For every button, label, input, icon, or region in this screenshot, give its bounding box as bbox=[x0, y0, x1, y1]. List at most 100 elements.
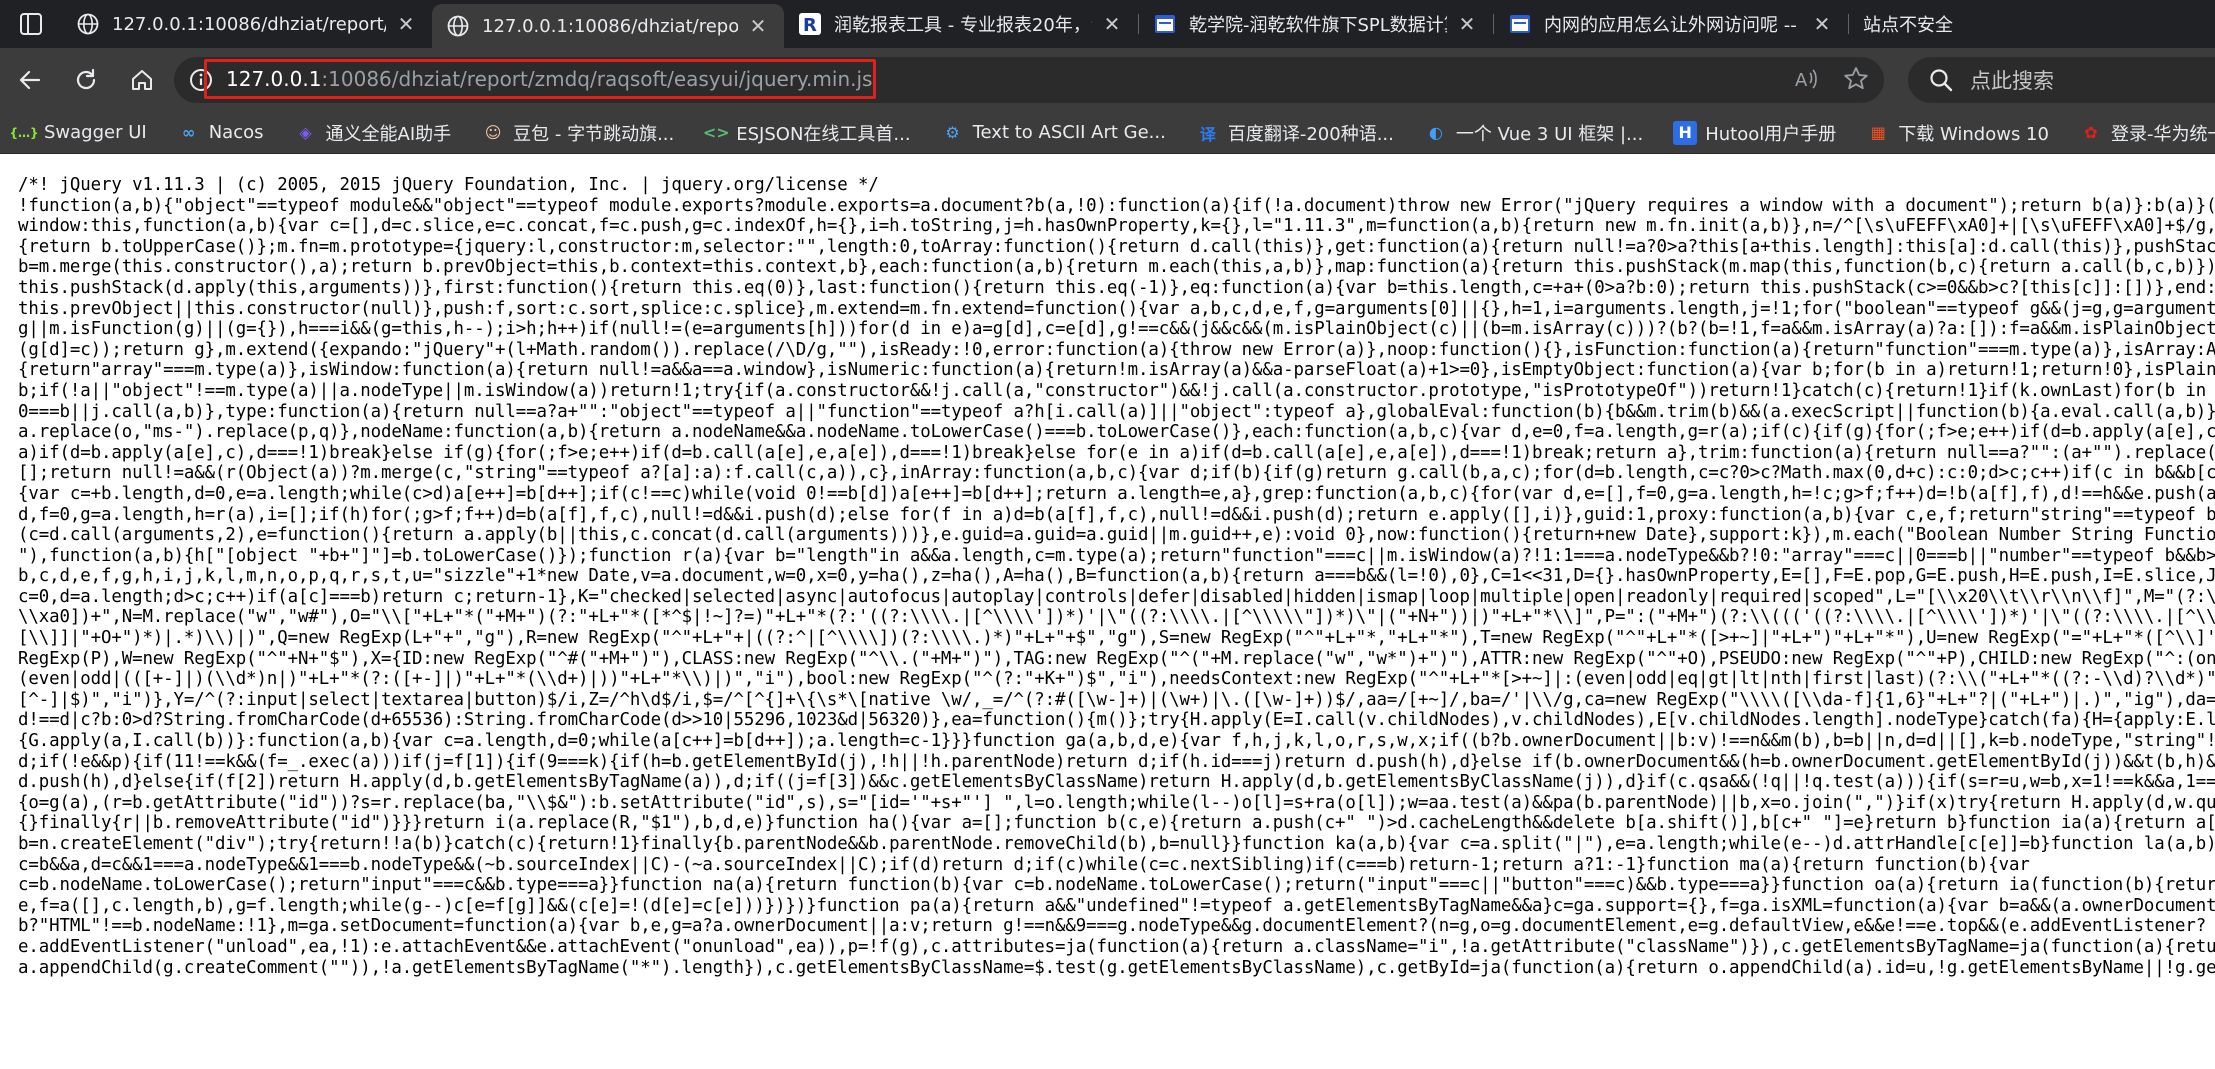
search-icon bbox=[1930, 69, 1953, 92]
bookmark-label: 豆包 - 字节跳动旗... bbox=[513, 123, 675, 145]
close-tab-icon[interactable]: ✕ bbox=[1455, 12, 1479, 36]
home-button[interactable] bbox=[116, 54, 168, 106]
bookmark-item[interactable]: {…} Swagger UI bbox=[9, 121, 147, 145]
code-line: {return"array"===m.type(a)},isWindow:fun… bbox=[18, 360, 2215, 381]
address-bar[interactable]: 127.0.0.1:10086/dhziat/report/zmdq/raqso… bbox=[174, 57, 1884, 103]
code-line: d;if(!e&&p){if(11!==k&&(f=_.exec(a)))if(… bbox=[18, 751, 2215, 772]
page-content: /*! jQuery v1.11.3 | (c) 2005, 2015 jQue… bbox=[0, 155, 2215, 1069]
code-line: c=b.nodeName.toLowerCase();return"input"… bbox=[18, 875, 2215, 896]
code-line: b;if(!a||"object"!==m.type(a)||a.nodeTyp… bbox=[18, 380, 2207, 401]
bookmark-item[interactable]: ▦ 下载 Windows 10 bbox=[1866, 120, 2049, 146]
bookmark-label: 下载 Windows 10 bbox=[1898, 123, 2049, 145]
code-line: b=n.createElement("div");try{return!!a(b… bbox=[18, 834, 2215, 854]
tab-list: 127.0.0.1:10086/dhziat/report/zmdq/raqso… bbox=[62, 0, 2009, 48]
raqsoft-icon: R bbox=[798, 12, 822, 36]
globe-icon bbox=[446, 14, 470, 38]
gear-icon: ⚙ bbox=[945, 123, 960, 142]
bookmark-label: Text to ASCII Art Ge... bbox=[972, 122, 1166, 143]
bookmark-item[interactable]: ◈ 通义全能AI助手 bbox=[294, 120, 451, 146]
home-icon bbox=[132, 70, 152, 90]
tab-2[interactable]: 127.0.0.1:10086/dhziat/report/zmdq/raqso… bbox=[432, 4, 784, 48]
bookmark-item[interactable]: ☺ 豆包 - 字节跳动旗... bbox=[481, 120, 674, 146]
bookmark-label: 一个 Vue 3 UI 框架 |... bbox=[1455, 123, 1644, 145]
baidu-translate-icon: 译 bbox=[1199, 124, 1216, 144]
tab-strip: 127.0.0.1:10086/dhziat/report/zmdq/raqso… bbox=[0, 0, 2215, 48]
address-bar-actions: A bbox=[1792, 65, 1870, 93]
code-line: "),function(a,b){h["[object "+b+"]"]=b.t… bbox=[18, 545, 2215, 566]
tab-5[interactable]: 内网的应用怎么让外网访问呢 -- 搜索 ✕ bbox=[1494, 0, 1848, 48]
tab-title: 站点不安全 bbox=[1863, 15, 1953, 36]
bookmark-label: Hutool用户手册 bbox=[1705, 123, 1837, 145]
back-button[interactable] bbox=[4, 54, 56, 106]
favorite-star-icon[interactable] bbox=[1842, 65, 1870, 93]
bookmark-label: 登录-华为统一运维... bbox=[2110, 123, 2215, 145]
globe-icon bbox=[76, 12, 100, 36]
tab-6[interactable]: 站点不安全 bbox=[1849, 0, 2009, 48]
url-path: :10086/dhziat/report/zmdq/raqsoft/easyui… bbox=[321, 67, 873, 91]
code-line: window:this,function(a,b){var c=[],d=c.s… bbox=[18, 216, 2215, 237]
hutool-icon: H bbox=[1673, 120, 1698, 145]
code-line: e,f=a([],c.length,b),g=f.length;while(g-… bbox=[18, 895, 2215, 916]
code-line: [];return null!=a&&(r(Object(a))?m.merge… bbox=[18, 463, 2215, 484]
code-line: 0===b||j.call(a,b)},type:function(a){ret… bbox=[18, 401, 2215, 422]
bookmark-item[interactable]: ✿ 登录-华为统一运维... bbox=[2079, 120, 2215, 146]
bookmark-item[interactable]: 译百度翻译-200种语... bbox=[1196, 120, 1394, 146]
element-icon: ◐ bbox=[1428, 123, 1443, 142]
workspaces-button[interactable] bbox=[0, 0, 62, 48]
code-line: e.addEventListener("unload",ea,!1):e.att… bbox=[18, 936, 2215, 957]
bookmark-label: Swagger UI bbox=[44, 122, 147, 143]
code-line: this.pushStack(d.apply(this,arguments))}… bbox=[18, 277, 2215, 298]
code-line: c=b&&a,d=c&&1===a.nodeType&&1===b.nodeTy… bbox=[18, 854, 2030, 875]
code-line: this.prevObject||this.constructor(null)}… bbox=[18, 298, 2215, 319]
code-line: {G.apply(a,I.call(b))}:function(a,b){var… bbox=[18, 731, 2215, 752]
code-line: b,c,d,e,f,g,h,i,j,k,l,m,n,o,p,q,r,s,t,u=… bbox=[18, 566, 2215, 587]
huawei-icon: ✿ bbox=[2084, 123, 2098, 142]
read-aloud-icon[interactable]: A bbox=[1792, 65, 1820, 93]
code-line: !function(a,b){"object"==typeof module&&… bbox=[18, 195, 2215, 216]
bookmark-item[interactable]: H Hutool用户手册 bbox=[1673, 120, 1836, 146]
code-line: (g[d]=c));return g},m.extend({expando:"j… bbox=[18, 339, 2215, 360]
code-line: d.push(h),d}else{if(f[2])return H.apply(… bbox=[18, 772, 2215, 793]
nacos-icon: ∞ bbox=[182, 123, 196, 142]
code-line: c=0,d=a.length;d>c;c++)if(a[c]===b)retur… bbox=[18, 586, 2215, 607]
tab-4[interactable]: 乾学院-润乾软件旗下SPL数据计算 ✕ bbox=[1139, 0, 1493, 48]
tab-1[interactable]: 127.0.0.1:10086/dhziat/report/zmdq/raqso… bbox=[62, 0, 432, 48]
workspaces-icon bbox=[20, 13, 42, 35]
bookmark-label: Nacos bbox=[208, 122, 264, 143]
window-icon bbox=[1508, 12, 1532, 36]
code-line: /*! jQuery v1.11.3 | (c) 2005, 2015 jQue… bbox=[18, 175, 879, 195]
close-tab-icon[interactable]: ✕ bbox=[1100, 12, 1124, 36]
close-tab-icon[interactable]: ✕ bbox=[1810, 12, 1834, 36]
code-line: b=m.merge(this.constructor(),a);return b… bbox=[18, 257, 2215, 278]
code-line: (c=d.call(arguments,2),e=function(){retu… bbox=[18, 525, 2215, 546]
svg-text:A: A bbox=[1795, 70, 1808, 91]
code-line: {return b.toUpperCase()};m.fn=m.prototyp… bbox=[18, 236, 2215, 257]
swagger-icon: {…} bbox=[9, 125, 39, 140]
source-code-view: /*! jQuery v1.11.3 | (c) 2005, 2015 jQue… bbox=[18, 175, 2215, 978]
code-line: a.replace(o,"ms-").replace(p,q)},nodeNam… bbox=[18, 422, 2215, 443]
close-tab-icon[interactable]: ✕ bbox=[746, 14, 770, 38]
tab-title: 127.0.0.1:10086/dhziat/report/zmdq/raqso… bbox=[482, 15, 738, 37]
search-placeholder: 点此搜索 bbox=[1970, 69, 2054, 93]
bookmark-item[interactable]: ◐ 一个 Vue 3 UI 框架 |... bbox=[1424, 120, 1643, 146]
code-line: b?"HTML"!==b.nodeName:!1},m=ga.setDocume… bbox=[18, 916, 2207, 937]
reload-icon bbox=[76, 68, 96, 90]
code-line: {}finally{r||b.removeAttribute("id")}}}r… bbox=[18, 813, 2215, 834]
tab-title: 乾学院-润乾软件旗下SPL数据计算 bbox=[1189, 15, 1447, 36]
doubao-icon: ☺ bbox=[484, 123, 502, 142]
bookmark-item[interactable]: <> ESJSON在线工具首... bbox=[703, 120, 911, 146]
code-line: \\xa0])+",N=M.replace("w","w#"),O="\\["+… bbox=[18, 607, 2215, 628]
search-box[interactable]: 点此搜索 bbox=[1908, 57, 2215, 103]
code-line: RegExp(P),W=new RegExp("^"+N+"$"),X={ID:… bbox=[18, 648, 2215, 669]
bookmark-item[interactable]: ∞ Nacos bbox=[177, 121, 264, 145]
reload-button[interactable] bbox=[60, 54, 112, 106]
tab-3[interactable]: R 润乾报表工具 - 专业报表20年，企业报表首选 ✕ bbox=[784, 0, 1138, 48]
tongyi-icon: ◈ bbox=[299, 123, 312, 142]
code-line: [\\]]|"+O+")*)|.*)\\)|)",Q=new RegExp(L+… bbox=[18, 628, 2215, 649]
code-line: d,f=0,g=a.length,h=r(a),i=[];if(h)for(;g… bbox=[18, 504, 2215, 525]
url-text[interactable]: 127.0.0.1:10086/dhziat/report/zmdq/raqso… bbox=[226, 67, 872, 91]
code-line: a.appendChild(g.createComment("")),!a.ge… bbox=[18, 957, 2215, 978]
close-tab-icon[interactable]: ✕ bbox=[394, 12, 418, 36]
bookmark-item[interactable]: ⚙ Text to ASCII Art Ge... bbox=[941, 121, 1166, 145]
code-line: a)if(d=b.apply(a[e],c),d===!1)break}else… bbox=[18, 442, 2215, 463]
